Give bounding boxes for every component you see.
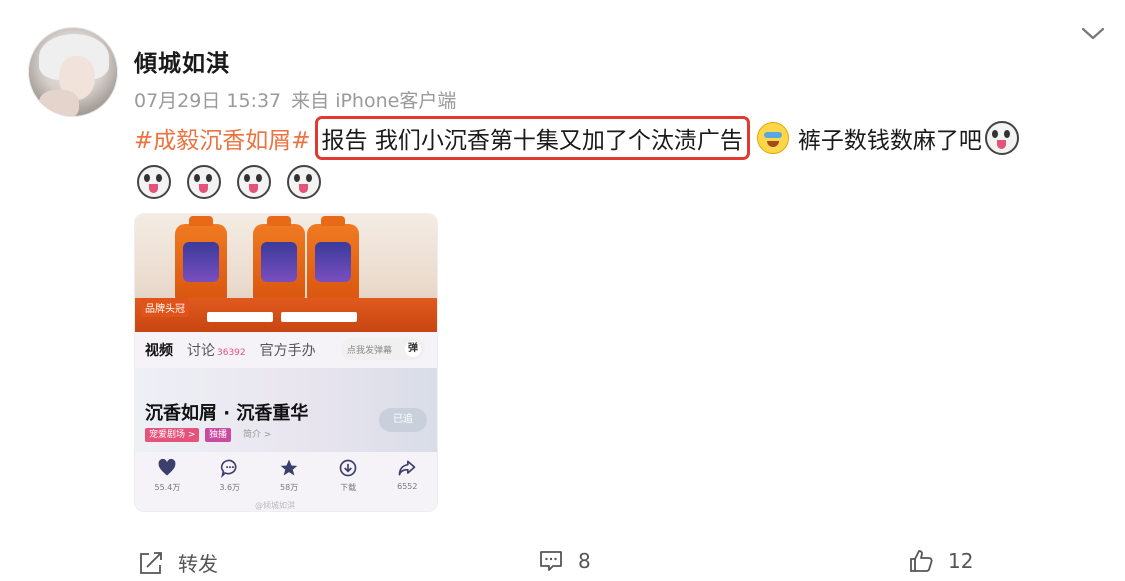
danmu-input[interactable]: 点我发弹幕 弹 bbox=[341, 338, 425, 360]
comment-count: 8 bbox=[578, 549, 591, 573]
share-icon bbox=[398, 460, 416, 476]
tab-discussion-label: 讨论 bbox=[187, 343, 215, 359]
attached-image[interactable]: 品牌头冠 视频 讨论 36392 官方手办 点我发弹幕 弹 沉香如屑 · 沉香重华… bbox=[134, 213, 438, 512]
tab-discussion[interactable]: 讨论 36392 bbox=[187, 340, 246, 360]
detergent-bottle-image bbox=[253, 216, 305, 302]
danmu-toggle-button[interactable]: 弹 bbox=[405, 341, 421, 357]
download-icon bbox=[339, 459, 357, 477]
like-count: 55.4万 bbox=[154, 483, 181, 492]
danmu-placeholder: 点我发弹幕 bbox=[347, 345, 393, 356]
avatar-hand bbox=[39, 90, 79, 116]
brand-tag: 品牌头冠 bbox=[141, 298, 189, 317]
heart-icon bbox=[158, 458, 176, 476]
ghost-emoji-icon bbox=[984, 121, 1019, 155]
favorite-count: 58万 bbox=[279, 483, 299, 492]
like-count: 12 bbox=[948, 549, 974, 573]
download-action[interactable]: 下载 bbox=[338, 458, 358, 493]
ghost-emoji-icon bbox=[237, 165, 271, 199]
detergent-bottle-image bbox=[175, 216, 227, 302]
tag-theater[interactable]: 宠爱剧场 > bbox=[145, 428, 200, 442]
repost-icon bbox=[140, 551, 162, 574]
tab-figure[interactable]: 官方手办 bbox=[260, 340, 316, 360]
tab-video[interactable]: 视频 bbox=[145, 340, 173, 360]
video-tabs: 视频 讨论 36392 官方手办 bbox=[145, 340, 316, 360]
like-button[interactable]: 12 bbox=[908, 548, 973, 574]
share-action[interactable]: 6552 bbox=[397, 458, 417, 493]
detergent-bottle-image bbox=[307, 216, 359, 302]
promo-strip bbox=[281, 312, 357, 322]
highlighted-text: 报告 我们小沉香第十集又加了个汰渍广告 bbox=[314, 116, 750, 160]
promo-strip bbox=[207, 312, 273, 322]
trailing-text: 裤子数钱数麻了吧 bbox=[797, 128, 982, 154]
username[interactable]: 傾城如淇 bbox=[134, 44, 230, 78]
chevron-down-icon[interactable] bbox=[1080, 22, 1106, 44]
image-watermark: @倾城如淇 bbox=[255, 501, 295, 510]
post-date: 07月29日 15:37 bbox=[134, 90, 282, 112]
comment-count: 3.6万 bbox=[219, 483, 241, 492]
post-source[interactable]: 来自 iPhone客户端 bbox=[291, 90, 456, 112]
ghost-emoji-icon bbox=[137, 165, 171, 199]
like-action[interactable]: 55.4万 bbox=[154, 458, 181, 493]
comment-action[interactable]: 3.6万 bbox=[219, 458, 240, 493]
ghost-emoji-icon bbox=[187, 165, 221, 199]
post-text: #成毅沉香如屑# 报告 我们小沉香第十集又加了个汰渍广告 裤子数钱数麻了吧 bbox=[134, 116, 1022, 160]
download-label: 下载 bbox=[340, 483, 357, 492]
favorite-action[interactable]: 58万 bbox=[279, 458, 299, 493]
repost-button[interactable]: 转发 bbox=[138, 548, 218, 577]
follow-button[interactable]: 已追 bbox=[379, 408, 427, 432]
ad-banner: 品牌头冠 bbox=[135, 214, 437, 332]
video-actions: 55.4万 3.6万 58万 下载 6552 bbox=[135, 458, 437, 493]
tag-intro[interactable]: 简介 > bbox=[239, 428, 275, 442]
crying-emoji-icon bbox=[756, 122, 789, 154]
tag-exclusive: 独播 bbox=[205, 428, 232, 442]
thumbs-up-icon bbox=[910, 550, 933, 572]
hashtag-link[interactable]: #成毅沉香如屑# bbox=[134, 121, 311, 155]
avatar[interactable] bbox=[28, 27, 118, 117]
tab-discussion-count: 36392 bbox=[217, 348, 246, 358]
comment-icon bbox=[220, 459, 237, 478]
share-count: 6552 bbox=[397, 482, 418, 491]
ghost-emoji-icon bbox=[287, 165, 321, 199]
repost-label: 转发 bbox=[178, 552, 218, 576]
show-title: 沉香如屑 · 沉香重华 bbox=[145, 403, 309, 424]
comment-icon bbox=[540, 551, 562, 571]
post-meta: 07月29日 15:37 来自 iPhone客户端 bbox=[134, 86, 456, 113]
emoji-row bbox=[134, 165, 324, 199]
comment-button[interactable]: 8 bbox=[538, 548, 591, 574]
star-icon bbox=[280, 459, 298, 476]
